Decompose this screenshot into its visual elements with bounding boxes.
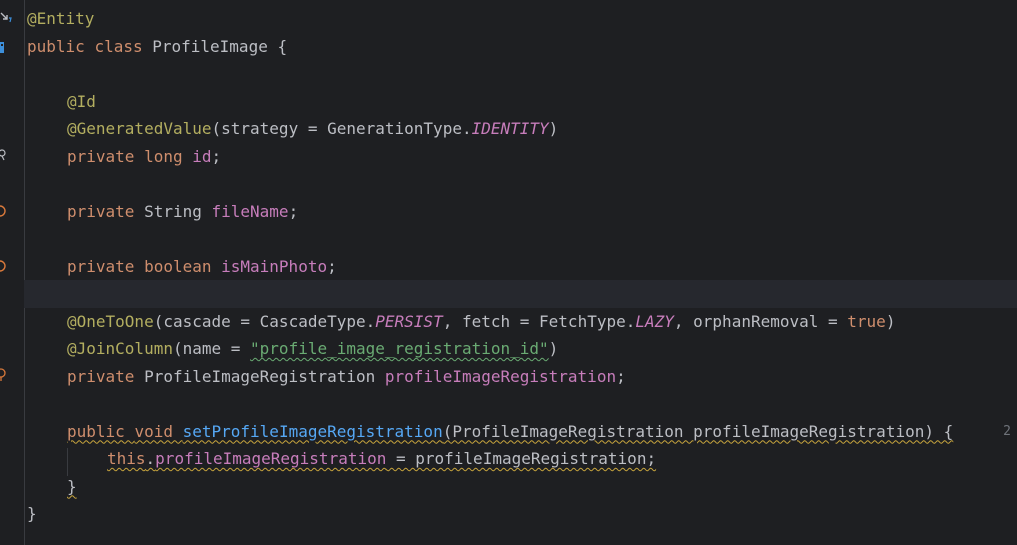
keyword-token: this	[107, 449, 146, 468]
keyword-token: true	[847, 311, 886, 331]
text-token: )	[885, 311, 896, 331]
text-token: ;	[327, 256, 337, 276]
constant-token: LAZY	[635, 311, 674, 331]
text-token: ;	[288, 201, 299, 221]
annotation-token: @JoinColumn	[67, 339, 173, 358]
field-token: id	[192, 146, 212, 166]
code-line: this.profileImageRegistration = profileI…	[27, 445, 1017, 473]
code-line: @Entity	[27, 5, 1017, 33]
brace-token: }	[27, 504, 37, 523]
text-token: .	[145, 449, 156, 468]
text-token: )	[548, 339, 559, 358]
text-token: (cascade = CascadeType.	[153, 311, 376, 331]
annotation-token: @Entity	[27, 9, 95, 28]
editor-gutter	[0, 0, 25, 545]
field-token: isMainPhoto	[221, 256, 328, 276]
constant-token: IDENTITY	[471, 119, 549, 138]
code-editor[interactable]: @Entity public class ProfileImage { @Id …	[0, 0, 1017, 545]
field-icon[interactable]	[0, 204, 12, 218]
keyword-token: private	[67, 146, 145, 166]
code-line: public class ProfileImage {	[27, 33, 1017, 61]
relation-icon[interactable]	[0, 368, 12, 382]
code-line: public void setProfileImageRegistration(…	[27, 418, 1017, 446]
code-line: @JoinColumn(name = "profile_image_regist…	[27, 335, 1017, 363]
text-token: ;	[211, 146, 222, 166]
text-token: = profileImageRegistration;	[386, 449, 657, 468]
text-token: ;	[616, 366, 626, 386]
annotation-token: @OneToOne	[67, 311, 154, 331]
code-line: @OneToOne(cascade = CascadeType.PERSIST,…	[27, 308, 1017, 336]
keyword-token: private	[67, 201, 145, 221]
code-line: @Id	[27, 88, 1017, 116]
text-token: )	[548, 119, 559, 138]
database-icon[interactable]	[0, 40, 12, 54]
key-icon[interactable]	[0, 148, 12, 162]
keyword-token: boolean	[144, 256, 222, 276]
brace-token: }	[67, 476, 77, 496]
text-token: , orphanRemoval =	[673, 311, 848, 331]
bean-icon[interactable]	[0, 10, 12, 24]
class-name-token: ProfileImage {	[152, 36, 288, 56]
text-token: (name =	[172, 339, 251, 358]
annotation-token: @GeneratedValue	[67, 119, 212, 138]
text-token: (ProfileImageRegistration profileImageRe…	[442, 421, 954, 441]
field-icon[interactable]	[0, 259, 12, 273]
text-token: (strategy = GenerationType.	[211, 119, 472, 138]
field-token: fileName	[211, 201, 289, 221]
type-token: ProfileImageRegistration	[144, 366, 385, 386]
code-line: }	[27, 500, 1017, 528]
code-line: private String fileName;	[27, 198, 1017, 226]
text-token: , fetch = FetchType.	[442, 311, 636, 331]
string-token: "profile_image_registration_id"	[250, 339, 549, 358]
method-name-token: setProfileImageRegistration	[182, 421, 443, 441]
keyword-token: private	[67, 256, 145, 276]
code-area[interactable]: @Entity public class ProfileImage { @Id …	[24, 5, 1017, 528]
code-line: private ProfileImageRegistration profile…	[27, 363, 1017, 391]
method-signature: public void setProfileImageRegistration(…	[67, 422, 953, 441]
method-body: this.profileImageRegistration = profileI…	[107, 449, 656, 468]
keyword-token: public	[27, 36, 95, 56]
field-token: profileImageRegistration	[155, 449, 387, 468]
keyword-token: long	[144, 146, 193, 166]
annotation-token: @Id	[67, 91, 96, 111]
type-token: String	[144, 201, 212, 221]
current-line	[24, 280, 1017, 308]
keyword-token: private	[67, 366, 145, 386]
field-token: profileImageRegistration	[384, 366, 617, 386]
code-line: private boolean isMainPhoto;	[27, 253, 1017, 281]
code-line: @GeneratedValue(strategy = GenerationTyp…	[27, 115, 1017, 143]
constant-token: PERSIST	[375, 311, 443, 331]
code-line: private long id;	[27, 143, 1017, 171]
keyword-token: void	[134, 421, 183, 441]
keyword-token: class	[94, 36, 153, 56]
keyword-token: public	[67, 421, 135, 441]
usages-hint[interactable]: 2	[1003, 418, 1011, 446]
code-line: }	[27, 473, 1017, 501]
